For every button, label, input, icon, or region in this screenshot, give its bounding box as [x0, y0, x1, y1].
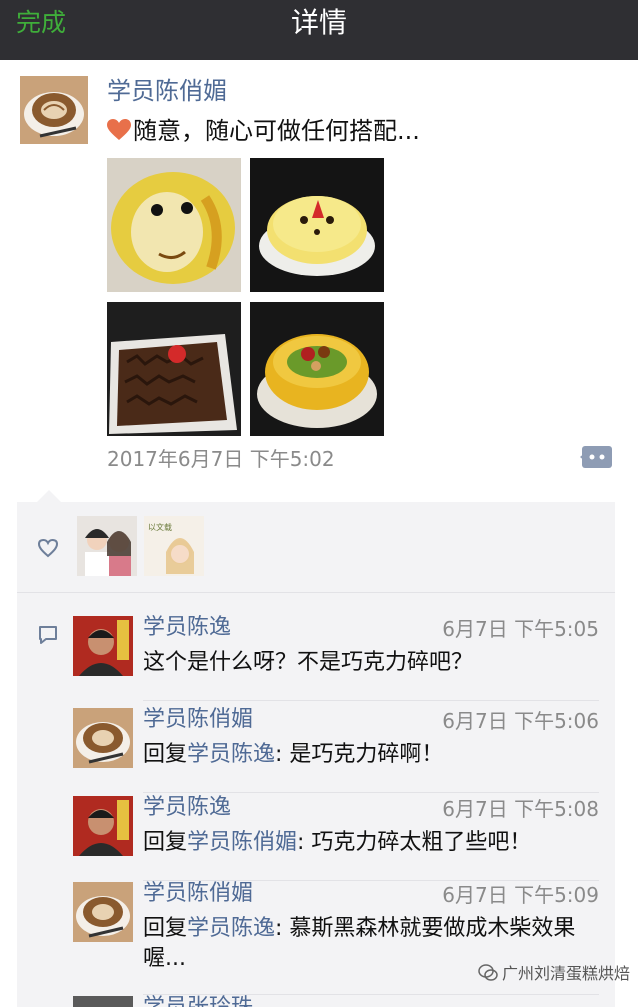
- comment-item[interactable]: 学员陈俏媚 6月7日 下午5:06 回复学员陈逸: 是巧克力碎啊！: [73, 706, 599, 793]
- post-photo-2[interactable]: [250, 158, 384, 292]
- post-photo-3[interactable]: [107, 302, 241, 436]
- likes-divider: [17, 592, 615, 593]
- comment-bubble-icon: [37, 624, 59, 646]
- girl-photo-avatar-icon: 以文载: [144, 516, 204, 576]
- commenter-avatar[interactable]: [73, 616, 133, 676]
- liker-avatar-2[interactable]: 以文载: [144, 516, 204, 576]
- comment-body: : 是巧克力碎啊！: [275, 742, 444, 767]
- svg-text:以文载: 以文载: [148, 522, 172, 532]
- reply-prefix: 回复: [143, 742, 188, 767]
- commenter-name[interactable]: 学员陈俏媚: [143, 706, 253, 734]
- more-dots-icon: [580, 446, 612, 468]
- face-cake-icon: [107, 158, 241, 292]
- post-text-content: 随意，随心可做任何搭配...: [133, 117, 420, 145]
- comment-body: : 巧克力碎太粗了些吧！: [297, 830, 532, 855]
- watermark-text: 广州刘清蛋糕烘焙: [502, 964, 631, 983]
- post-photo-4[interactable]: [250, 302, 384, 436]
- watermark: 广州刘清蛋糕烘焙: [478, 962, 630, 986]
- post-timestamp: 2017年6月7日 下午5:02: [107, 447, 335, 471]
- reply-prefix: 回复: [143, 830, 188, 855]
- latte-avatar-icon: [73, 882, 133, 942]
- like-heart-icon: [37, 538, 59, 558]
- comment-time: 6月7日 下午5:05: [442, 617, 599, 641]
- comment-time: 6月7日 下午5:09: [442, 883, 599, 907]
- reply-prefix: 回复: [143, 916, 188, 941]
- commenter-avatar[interactable]: [73, 796, 133, 856]
- commenter-avatar[interactable]: [73, 708, 133, 768]
- author-avatar[interactable]: [20, 76, 88, 144]
- reply-target-name[interactable]: 学员陈逸: [187, 742, 275, 767]
- nav-bar: 完成 详情: [0, 0, 638, 60]
- heart-emoji-icon: [107, 118, 131, 140]
- reply-target-name[interactable]: 学员陈逸: [187, 916, 275, 941]
- comment-text: 回复学员陈逸: 是巧克力碎啊！: [143, 740, 599, 770]
- commenter-name[interactable]: 学员张玲珠: [143, 994, 253, 1007]
- kiwi-fruit-cake-icon: [250, 302, 384, 436]
- comment-divider: [143, 700, 599, 701]
- comment-item[interactable]: 学员陈逸 6月7日 下午5:05 这个是什么呀？不是巧克力碎吧？: [73, 614, 599, 701]
- strawberry-cream-cake-icon: [250, 158, 384, 292]
- comment-time: 6月7日 下午5:08: [442, 797, 599, 821]
- commenter-name[interactable]: 学员陈逸: [143, 794, 231, 822]
- reply-target-name[interactable]: 学员陈俏媚: [187, 830, 297, 855]
- comment-item[interactable]: 学员张玲珠: [73, 994, 599, 1007]
- comment-text: 回复学员陈俏媚: 巧克力碎太粗了些吧！: [143, 828, 599, 858]
- comment-item[interactable]: 学员陈逸 6月7日 下午5:08 回复学员陈俏媚: 巧克力碎太粗了些吧！: [73, 794, 599, 881]
- couple-photo-avatar-icon: [77, 516, 137, 576]
- man-avatar-icon: [73, 616, 133, 676]
- latte-avatar-icon: [73, 708, 133, 768]
- interaction-panel: 以文载 学员陈逸 6月7日 下午5:05 这个是什么呀？不是巧克力碎吧？ 学员陈…: [17, 490, 615, 1007]
- commenter-avatar[interactable]: [73, 882, 133, 942]
- wechat-logo-icon: [478, 964, 498, 982]
- commenter-name[interactable]: 学员陈俏媚: [143, 880, 253, 908]
- post-text: 随意，随心可做任何搭配...: [107, 116, 420, 146]
- post-author-name[interactable]: 学员陈俏媚: [107, 76, 227, 106]
- comment-time: 6月7日 下午5:06: [442, 709, 599, 733]
- man-avatar-icon: [73, 996, 133, 1007]
- chocolate-flake-cake-icon: [107, 302, 241, 436]
- liker-avatar-1[interactable]: [77, 516, 137, 576]
- man-avatar-icon: [73, 796, 133, 856]
- page-title: 详情: [290, 6, 347, 39]
- post-photo-1[interactable]: [107, 158, 241, 292]
- commenter-avatar[interactable]: [73, 996, 133, 1007]
- comment-divider: [143, 792, 599, 793]
- latte-avatar-icon: [20, 76, 88, 144]
- comment-text: 这个是什么呀？不是巧克力碎吧？: [143, 650, 474, 675]
- commenter-name[interactable]: 学员陈逸: [143, 614, 231, 642]
- comment-menu-button[interactable]: [580, 446, 612, 472]
